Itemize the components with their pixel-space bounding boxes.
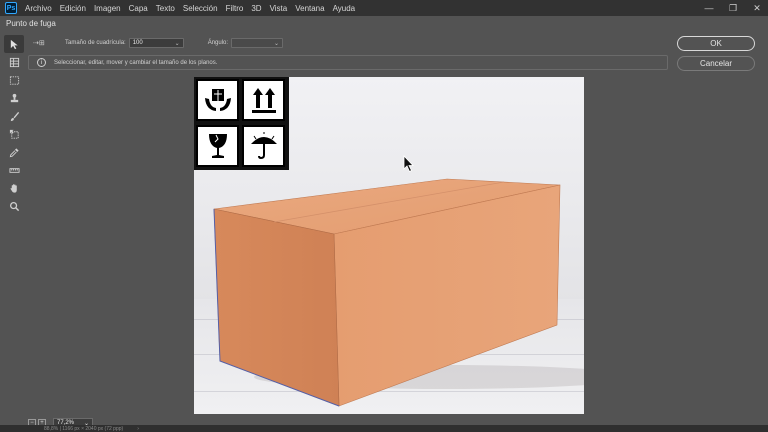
eyedropper-icon [9, 147, 19, 157]
window-controls: — ❐ ✕ [704, 0, 762, 16]
magnifier-icon [9, 201, 19, 211]
zoom-tool[interactable] [4, 197, 24, 215]
create-plane-tool[interactable] [4, 53, 24, 71]
info-bar: i Seleccionar, editar, mover y cambiar e… [28, 55, 668, 70]
menu-edicion[interactable]: Edición [60, 4, 86, 13]
image-canvas[interactable] [194, 77, 584, 414]
chevron-down-icon: ⌄ [274, 40, 280, 47]
brush-tool[interactable] [4, 107, 24, 125]
ok-button[interactable]: OK [677, 36, 755, 51]
ruler-icon [8, 167, 20, 173]
grid-size-value: 100 [132, 40, 143, 46]
minimize-button[interactable]: — [704, 0, 714, 16]
transform-icon [9, 129, 19, 139]
mouse-cursor-icon [403, 155, 414, 173]
angle-label: Ángulo: [207, 40, 229, 46]
menu-capa[interactable]: Capa [129, 4, 148, 13]
fragile-glass-icon [196, 125, 239, 167]
arrow-right-icon[interactable]: › [137, 426, 139, 432]
menu-filtro[interactable]: Filtro [226, 4, 244, 13]
keep-dry-umbrella-icon [242, 125, 285, 167]
options-bar: ⇢⊞ Tamaño de cuadrícula: 100 ⌄ Ángulo: ⌄ [28, 36, 668, 50]
menu-3d[interactable]: 3D [251, 4, 261, 13]
info-icon: i [37, 58, 46, 67]
cancel-button[interactable]: Cancelar [677, 56, 755, 71]
menu-texto[interactable]: Texto [156, 4, 175, 13]
menu-seleccion[interactable]: Selección [183, 4, 218, 13]
grid-size-select[interactable]: 100 ⌄ [128, 38, 184, 48]
eyedropper-tool[interactable] [4, 143, 24, 161]
close-button[interactable]: ✕ [752, 0, 762, 16]
handling-symbols-panel [194, 77, 289, 170]
menu-vista[interactable]: Vista [270, 4, 288, 13]
dialog-title: Punto de fuga [6, 19, 56, 28]
pointer-icon [10, 39, 18, 49]
photoshop-logo[interactable]: Ps [5, 2, 17, 14]
marquee-tool[interactable] [4, 71, 24, 89]
marquee-icon [9, 75, 19, 85]
menu-imagen[interactable]: Imagen [94, 4, 121, 13]
photoshop-status-strip: 88,8% | 1166 px × 2040 px (72 ppp) › [0, 425, 768, 432]
vanishing-point-dialog: Punto de fuga ⇢⊞ Tamaño de cuadrícula: 1… [0, 16, 768, 432]
hand-icon [10, 183, 17, 193]
tool-column [4, 35, 26, 215]
brush-icon [10, 111, 19, 121]
measure-tool[interactable] [4, 161, 24, 179]
grid-plane-icon [9, 57, 19, 67]
document-info-text: 88,8% | 1166 px × 2040 px (72 ppp) [44, 425, 124, 432]
info-text: Seleccionar, editar, mover y cambiar el … [54, 59, 218, 66]
menu-archivo[interactable]: Archivo [25, 4, 52, 13]
menu-ventana[interactable]: Ventana [295, 4, 324, 13]
hand-tool[interactable] [4, 179, 24, 197]
stamp-icon [10, 93, 18, 102]
grid-size-label: Tamaño de cuadrícula: [65, 40, 126, 46]
fragile-handle-with-care-icon [196, 79, 239, 121]
chevron-down-icon: ⌄ [174, 40, 180, 47]
tool-options-icon[interactable]: ⇢⊞ [33, 39, 57, 47]
menu-ayuda[interactable]: Ayuda [333, 4, 356, 13]
transform-tool[interactable] [4, 125, 24, 143]
this-way-up-arrows-icon [242, 79, 285, 121]
restore-button[interactable]: ❐ [728, 0, 738, 16]
edit-plane-tool[interactable] [4, 35, 24, 53]
angle-select[interactable]: ⌄ [231, 38, 284, 48]
stamp-tool[interactable] [4, 89, 24, 107]
menu-bar: Ps Archivo Edición Imagen Capa Texto Sel… [0, 0, 768, 16]
